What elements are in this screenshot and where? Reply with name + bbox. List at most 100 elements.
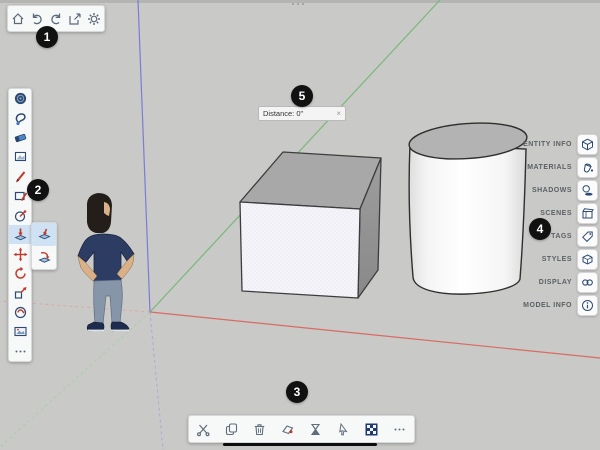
model-info-button[interactable]: [577, 295, 598, 316]
scenes-button[interactable]: [577, 203, 598, 224]
settings-button[interactable]: [86, 10, 103, 27]
selection-toolbar: [188, 415, 415, 443]
redo-icon: [49, 12, 63, 26]
paint-swatch-button[interactable]: [278, 420, 296, 438]
trash-icon: [252, 422, 267, 437]
image-tool[interactable]: [9, 322, 31, 341]
panel-item-materials[interactable]: MATERIALS: [523, 156, 598, 179]
cursor-icon: [336, 422, 351, 437]
annotation-badge-5: 5: [291, 85, 313, 107]
panel-item-display[interactable]: DISPLAY: [523, 271, 598, 294]
annotation-badge-2: 2: [27, 179, 49, 201]
annotation-badge-1: 1: [36, 26, 58, 48]
flip-button[interactable]: [307, 420, 325, 438]
more-tools-icon: [13, 344, 28, 359]
box-geometry[interactable]: [240, 152, 381, 298]
push-pull-tool[interactable]: [9, 225, 31, 244]
push-pull-icon: [37, 227, 52, 242]
box-front-face: [240, 202, 360, 298]
tag-icon: [581, 230, 594, 243]
move-tool[interactable]: [9, 244, 31, 263]
rotate-icon: [13, 266, 28, 281]
tags-button[interactable]: [577, 226, 598, 247]
annotation-badge-4: 4: [529, 218, 551, 240]
red-axis: [150, 312, 600, 358]
entity-info-icon: [581, 138, 594, 151]
select-cursor-button[interactable]: [335, 420, 353, 438]
person-left-sole: [88, 330, 104, 332]
export-button[interactable]: [67, 10, 84, 27]
push-pull-flyout: [31, 222, 57, 270]
more-icon: [392, 422, 407, 437]
panel-item-entity-info[interactable]: ENTITY INFO: [523, 133, 598, 156]
home-icon: [11, 12, 25, 26]
follow-me-icon: [37, 250, 52, 265]
panel-item-styles[interactable]: STYLES: [523, 248, 598, 271]
panel-item-shadows[interactable]: SHADOWS: [523, 179, 598, 202]
scenes-icon: [581, 207, 594, 220]
scale-icon: [13, 285, 28, 300]
cylinder-body: [409, 144, 526, 294]
export-icon: [68, 12, 82, 26]
box-top-face: [240, 152, 381, 209]
styles-label: STYLES: [542, 256, 572, 263]
offset-icon: [13, 305, 28, 320]
top-more-handle[interactable]: [292, 3, 304, 5]
scissors-icon: [196, 422, 211, 437]
styles-button[interactable]: [577, 249, 598, 270]
gear-icon: [87, 12, 101, 26]
materials-button[interactable]: [577, 157, 598, 178]
tools-toolbar: [8, 88, 32, 362]
entity-info-button[interactable]: [577, 134, 598, 155]
flyout-push-pull[interactable]: [32, 223, 56, 246]
home-button[interactable]: [9, 10, 26, 27]
rotate-tool[interactable]: [9, 264, 31, 283]
close-icon[interactable]: ×: [336, 110, 341, 118]
flyout-follow-me[interactable]: [32, 246, 56, 269]
move-icon: [13, 247, 28, 262]
styles-icon: [581, 253, 594, 266]
more-actions-button[interactable]: [391, 420, 409, 438]
offset-tool[interactable]: [9, 303, 31, 322]
copy-button[interactable]: [222, 420, 240, 438]
person-shirt: [78, 234, 134, 283]
checkerboard-icon: [364, 422, 379, 437]
display-button[interactable]: [577, 272, 598, 293]
shadows-button[interactable]: [577, 180, 598, 201]
bottom-handle-bar: [223, 443, 377, 446]
undo-icon: [30, 12, 44, 26]
pencil-icon: [13, 169, 28, 184]
copy-icon: [224, 422, 239, 437]
cut-button[interactable]: [194, 420, 212, 438]
select-icon: [13, 91, 28, 106]
paint-tool[interactable]: [9, 147, 31, 166]
select-tool[interactable]: [9, 89, 31, 108]
lasso-icon: [13, 111, 28, 126]
panel-item-model-info[interactable]: MODEL INFO: [523, 294, 598, 317]
push-pull-icon: [13, 227, 28, 242]
person-right-sole: [111, 330, 129, 332]
shadows-label: SHADOWS: [532, 187, 572, 194]
checker-swatch-button[interactable]: [363, 420, 381, 438]
lasso-tool[interactable]: [9, 108, 31, 127]
circle-tool[interactable]: [9, 206, 31, 225]
undo-button[interactable]: [28, 10, 45, 27]
scenes-label: SCENES: [540, 210, 572, 217]
circle-icon: [13, 208, 28, 223]
delete-button[interactable]: [250, 420, 268, 438]
annotation-badge-3: 3: [286, 381, 308, 403]
shadows-icon: [581, 184, 594, 197]
measurement-hud[interactable]: Distance: 0" ×: [258, 106, 346, 121]
display-icon: [581, 276, 594, 289]
more-tools[interactable]: [9, 341, 31, 360]
display-label: DISPLAY: [539, 279, 572, 286]
eraser-icon: [13, 130, 28, 145]
redo-button[interactable]: [47, 10, 64, 27]
hourglass-icon: [308, 422, 323, 437]
rectangle-icon: [13, 188, 28, 203]
paint-bucket-icon: [581, 161, 594, 174]
tags-label: TAGS: [551, 233, 572, 240]
eraser-tool[interactable]: [9, 128, 31, 147]
cylinder-geometry[interactable]: [408, 119, 528, 294]
scale-tool[interactable]: [9, 283, 31, 302]
